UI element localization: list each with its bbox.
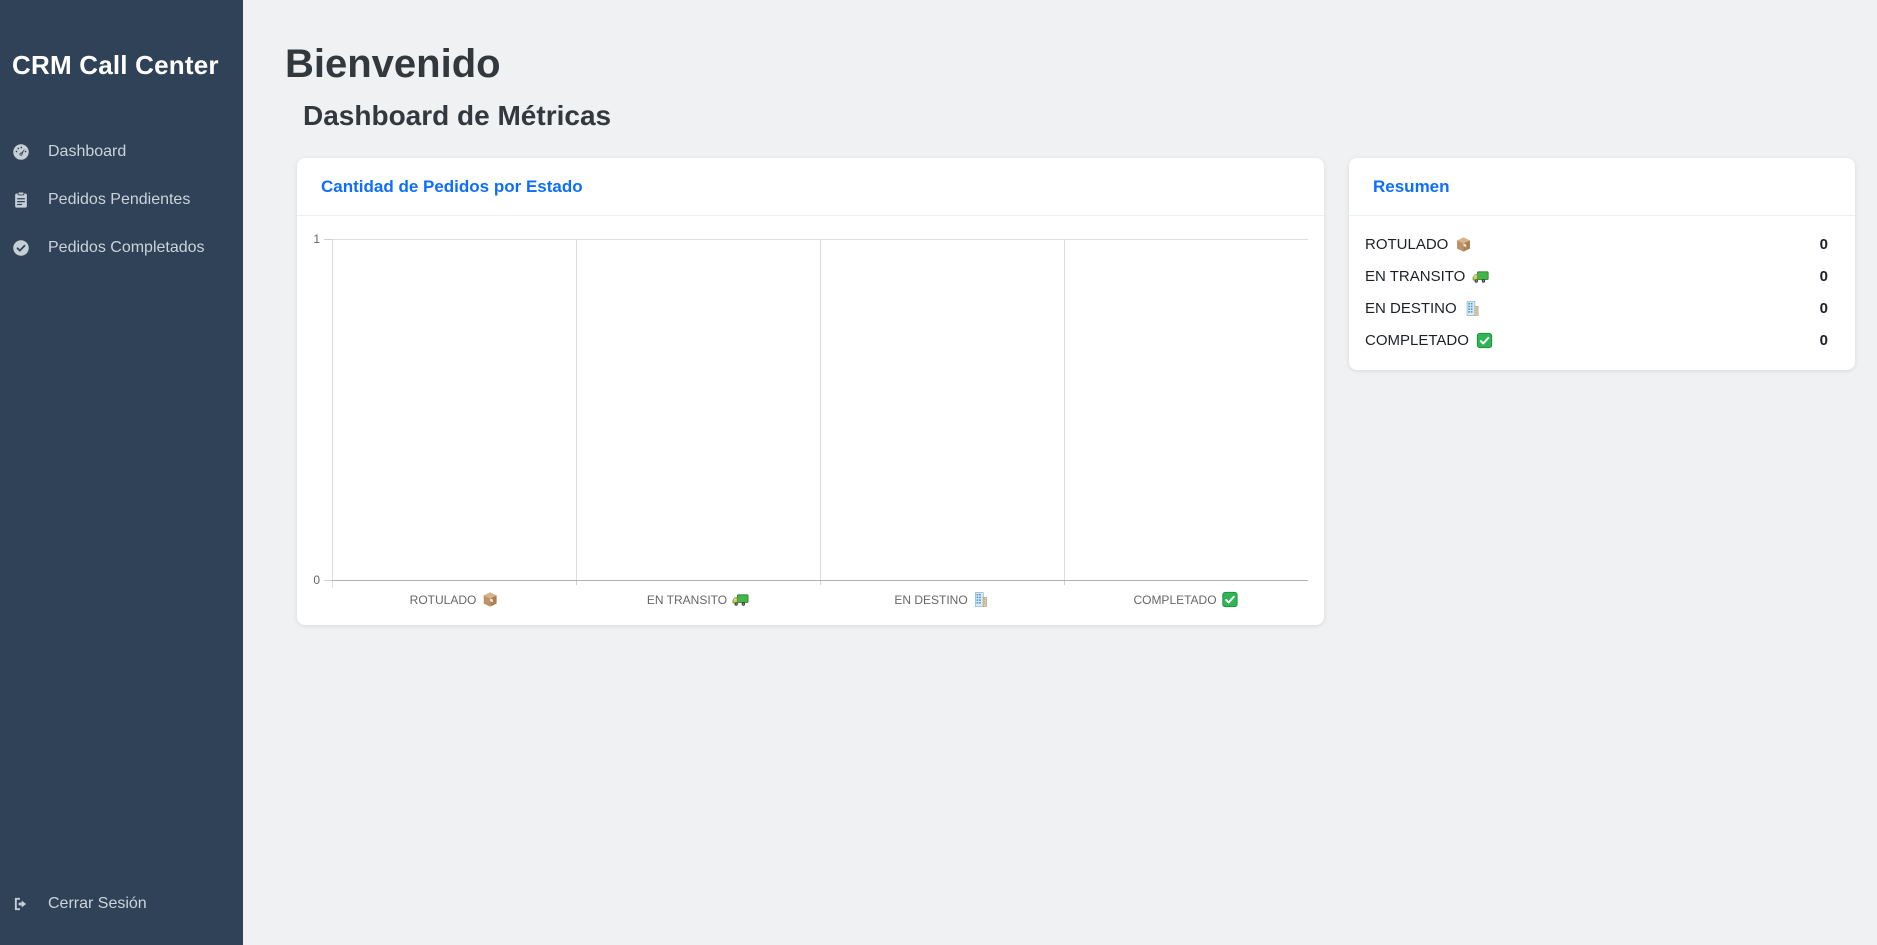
check-mark-icon: [1222, 591, 1239, 608]
summary-card-header: Resumen: [1349, 158, 1855, 216]
chart-gridline-vertical: [820, 239, 821, 580]
app-title: CRM Call Center: [12, 50, 219, 81]
clipboard-icon: [12, 191, 30, 209]
package-icon: [1455, 236, 1472, 253]
summary-row: COMPLETADO 0: [1349, 324, 1855, 356]
chart-category-label: EN DESTINO: [894, 593, 967, 607]
sidebar-footer: Cerrar Sesión: [0, 880, 243, 928]
truck-icon: [1472, 268, 1489, 285]
chart-gridline-vertical: [1064, 239, 1065, 580]
sidebar-item-label: Dashboard: [48, 143, 126, 161]
sidebar-item-pedidos-completados[interactable]: Pedidos Completados: [0, 224, 243, 272]
summary-row-value: 0: [1820, 332, 1828, 349]
chart-card: Cantidad de Pedidos por Estado 0 1 ROTULAD…: [297, 158, 1324, 625]
summary-row-value: 0: [1820, 300, 1828, 317]
building-icon: [973, 591, 990, 608]
page-title: Bienvenido: [285, 42, 501, 87]
summary-row-label: ROTULADO: [1365, 236, 1448, 253]
truck-icon: [732, 591, 749, 608]
chart-x-tick-label: EN TRANSITO: [647, 591, 749, 608]
package-icon: [481, 591, 498, 608]
summary-row-label: COMPLETADO: [1365, 332, 1469, 349]
chart-card-header: Cantidad de Pedidos por Estado: [297, 158, 1324, 216]
chart-x-axis-line: [332, 580, 1308, 581]
gauge-icon: [12, 143, 30, 161]
sidebar-item-label: Pedidos Completados: [48, 239, 205, 257]
check-circle-icon: [12, 239, 30, 257]
chart-canvas[interactable]: 0 1 ROTULADO EN TRANSITO EN DESTINO COMPLETAD…: [297, 216, 1324, 625]
sidebar-item-pedidos-pendientes[interactable]: Pedidos Pendientes: [0, 176, 243, 224]
chart-y-tick-label: 0: [313, 574, 320, 586]
summary-list: ROTULADO 0 EN TRANSITO 0 EN DESTINO: [1349, 215, 1855, 356]
summary-row-label: EN DESTINO: [1365, 300, 1457, 317]
summary-row-value: 0: [1820, 236, 1828, 253]
sidebar-item-logout[interactable]: Cerrar Sesión: [0, 880, 243, 928]
summary-row: EN DESTINO 0: [1349, 292, 1855, 324]
chart-y-tick: [324, 580, 332, 581]
sidebar-item-dashboard[interactable]: Dashboard: [0, 128, 243, 176]
page-subtitle: Dashboard de Métricas: [303, 100, 611, 132]
chart-y-tick: [324, 239, 332, 240]
chart-x-tick-label: COMPLETADO: [1133, 591, 1238, 608]
summary-card: Resumen ROTULADO 0 EN TRANSITO: [1349, 158, 1855, 370]
chart-x-tick-label: ROTULADO: [410, 591, 499, 608]
sidebar: CRM Call Center Dashboard Pedidos Pendie…: [0, 0, 243, 945]
chart-plot: 01ROTULADOEN TRANSITOEN DESTINOCOMPLETAD…: [332, 239, 1308, 580]
chart-category-label: EN TRANSITO: [647, 593, 727, 607]
chart-gridline-horizontal: [332, 239, 1308, 240]
building-icon: [1464, 300, 1481, 317]
chart-gridline-vertical: [576, 239, 577, 580]
sidebar-item-label: Cerrar Sesión: [48, 895, 147, 913]
sidebar-nav: Dashboard Pedidos Pendientes Pedidos Com…: [0, 128, 243, 272]
summary-row: ROTULADO 0: [1349, 228, 1855, 260]
summary-card-title: Resumen: [1373, 177, 1450, 197]
summary-row-label: EN TRANSITO: [1365, 268, 1465, 285]
sign-out-icon: [12, 895, 30, 913]
chart-category-label: COMPLETADO: [1133, 593, 1216, 607]
check-mark-icon: [1476, 332, 1493, 349]
chart-y-tick-label: 1: [313, 233, 320, 245]
summary-row-value: 0: [1820, 268, 1828, 285]
chart-card-title: Cantidad de Pedidos por Estado: [321, 177, 583, 197]
chart-gridline-vertical: [332, 239, 333, 588]
summary-row: EN TRANSITO 0: [1349, 260, 1855, 292]
sidebar-item-label: Pedidos Pendientes: [48, 191, 190, 209]
chart-category-label: ROTULADO: [410, 593, 477, 607]
chart-x-tick-label: EN DESTINO: [894, 591, 989, 608]
